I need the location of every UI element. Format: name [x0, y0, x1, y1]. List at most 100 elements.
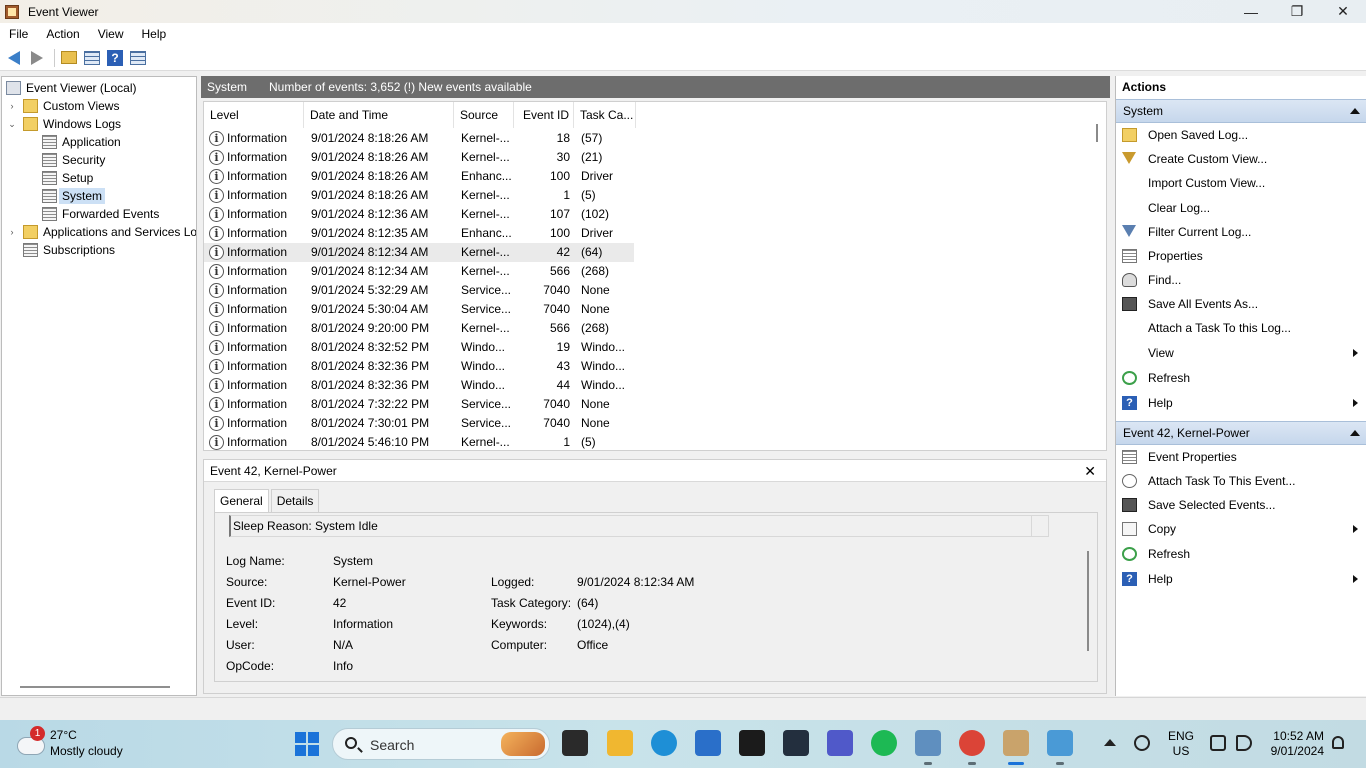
- event-row[interactable]: i Information 9/01/2024 8:12:35 AM Enhanc..…: [204, 224, 634, 243]
- event-level: Information: [227, 340, 288, 354]
- tree-item-setup[interactable]: Setup: [26, 169, 93, 187]
- tree-item-subscriptions[interactable]: Subscriptions: [7, 241, 115, 259]
- action-create-custom-view[interactable]: Create Custom View...: [1116, 148, 1366, 170]
- event-row[interactable]: i Information 9/01/2024 8:18:26 AM Kernel-.…: [204, 148, 634, 167]
- minimize-button[interactable]: —: [1228, 0, 1274, 23]
- dropbox-icon[interactable]: [739, 730, 765, 756]
- tree-item-custom-views[interactable]: › Custom Views: [7, 97, 119, 115]
- action-filter-current-log[interactable]: Filter Current Log...: [1116, 221, 1366, 243]
- action-properties[interactable]: Properties: [1116, 245, 1366, 267]
- close-button[interactable]: ✕: [1320, 0, 1366, 23]
- event-row[interactable]: i Information 9/01/2024 8:18:26 AM Kernel-.…: [204, 129, 634, 148]
- start-button[interactable]: [295, 732, 319, 756]
- show-hide-tree-button[interactable]: [82, 48, 102, 68]
- menu-help[interactable]: Help: [133, 27, 176, 41]
- tree-horizontal-scrollbar[interactable]: [20, 686, 170, 688]
- events-vertical-scrollbar[interactable]: [1096, 124, 1098, 142]
- menu-view[interactable]: View: [89, 27, 133, 41]
- edge-icon[interactable]: [651, 730, 677, 756]
- tree-item-applications-and-services-lo[interactable]: › Applications and Services Lo: [7, 223, 196, 241]
- event-row[interactable]: i Information 8/01/2024 7:32:22 PM Service.…: [204, 395, 634, 414]
- action-attach-a-task-to-this-log[interactable]: Attach a Task To this Log...: [1116, 317, 1366, 339]
- action-help[interactable]: ? Help: [1116, 392, 1366, 414]
- paint-icon[interactable]: [1047, 730, 1073, 756]
- detail-field-label: Event ID:: [226, 596, 276, 610]
- action-clear-log[interactable]: Clear Log...: [1116, 197, 1366, 219]
- language-indicator[interactable]: ENG US: [1168, 729, 1194, 759]
- column-event-id[interactable]: Event ID: [514, 102, 574, 128]
- menu-action[interactable]: Action: [37, 27, 88, 41]
- event-row[interactable]: i Information 8/01/2024 5:46:10 PM Kernel-.…: [204, 433, 634, 450]
- task-view-icon[interactable]: [562, 730, 588, 756]
- detail-vertical-scrollbar[interactable]: [1087, 551, 1089, 651]
- weather-widget[interactable]: 1 27°C Mostly cloudy: [14, 726, 154, 762]
- tree-item-security[interactable]: Security: [26, 151, 105, 169]
- volume-icon[interactable]: [1236, 735, 1252, 751]
- spotify-icon[interactable]: [871, 730, 897, 756]
- taskbar-search[interactable]: Search: [332, 728, 550, 760]
- teams-icon[interactable]: [827, 730, 853, 756]
- tree-item-windows-logs[interactable]: ⌄ Windows Logs: [7, 115, 121, 133]
- event-row[interactable]: i Information 8/01/2024 8:32:36 PM Windo...…: [204, 357, 634, 376]
- action-copy[interactable]: Copy: [1116, 518, 1366, 540]
- store-icon[interactable]: [695, 730, 721, 756]
- event-row[interactable]: i Information 9/01/2024 8:12:34 AM Kernel-.…: [204, 243, 634, 262]
- show-hide-action-pane-button[interactable]: [128, 48, 148, 68]
- action-help[interactable]: ? Help: [1116, 568, 1366, 590]
- tree-item-label: Security: [62, 153, 106, 167]
- tree-item-forwarded-events[interactable]: Forwarded Events: [26, 205, 159, 223]
- tree-expander-icon[interactable]: ›: [7, 227, 17, 237]
- event-row[interactable]: i Information 8/01/2024 9:20:00 PM Kernel-.…: [204, 319, 634, 338]
- action-save-all-events-as[interactable]: Save All Events As...: [1116, 293, 1366, 315]
- action-view[interactable]: View: [1116, 342, 1366, 364]
- tree-expander-icon[interactable]: ⌄: [7, 119, 17, 130]
- maximize-button[interactable]: ❐: [1274, 0, 1320, 23]
- tree-expander-icon[interactable]: ›: [7, 101, 17, 111]
- action-refresh[interactable]: Refresh: [1116, 543, 1366, 565]
- tree-item-event-viewer-local-[interactable]: Event Viewer (Local): [6, 79, 137, 97]
- back-button[interactable]: [4, 48, 24, 68]
- control-panel-icon[interactable]: [915, 730, 941, 756]
- forward-button[interactable]: [27, 48, 47, 68]
- event-row[interactable]: i Information 9/01/2024 8:18:26 AM Enhanc..…: [204, 167, 634, 186]
- action-import-custom-view[interactable]: Import Custom View...: [1116, 172, 1366, 194]
- tab-general[interactable]: General: [214, 489, 269, 512]
- up-folder-button[interactable]: [59, 48, 79, 68]
- column-source[interactable]: Source: [454, 102, 514, 128]
- action-open-saved-log[interactable]: Open Saved Log...: [1116, 124, 1366, 146]
- column-level[interactable]: Level: [204, 102, 304, 128]
- event-viewer-taskbar-icon[interactable]: [1003, 730, 1029, 756]
- menu-file[interactable]: File: [0, 27, 37, 41]
- column-date-time[interactable]: Date and Time: [304, 102, 454, 128]
- log-summary: Number of events: 3,652 (!) New events a…: [269, 80, 532, 94]
- event-row[interactable]: i Information 9/01/2024 8:12:36 AM Kernel-.…: [204, 205, 634, 224]
- tab-details[interactable]: Details: [270, 489, 320, 512]
- file-explorer-icon[interactable]: [607, 730, 633, 756]
- action-refresh[interactable]: Refresh: [1116, 367, 1366, 389]
- actions-section-event[interactable]: Event 42, Kernel-Power: [1116, 421, 1366, 445]
- help-toolbar-button[interactable]: ?: [105, 48, 125, 68]
- event-row[interactable]: i Information 9/01/2024 8:12:34 AM Kernel-.…: [204, 262, 634, 281]
- event-row[interactable]: i Information 9/01/2024 5:30:04 AM Service.…: [204, 300, 634, 319]
- action-event-properties[interactable]: Event Properties: [1116, 446, 1366, 468]
- network-icon[interactable]: [1134, 735, 1150, 751]
- action-attach-task-to-this-event[interactable]: Attach Task To This Event...: [1116, 470, 1366, 492]
- amazon-icon[interactable]: [783, 730, 809, 756]
- action-save-selected-events[interactable]: Save Selected Events...: [1116, 494, 1366, 516]
- notifications-bell-icon[interactable]: [1332, 736, 1344, 749]
- detail-close-icon[interactable]: ✕: [1084, 463, 1096, 480]
- display-icon[interactable]: [1210, 735, 1226, 751]
- event-row[interactable]: i Information 8/01/2024 7:30:01 PM Service.…: [204, 414, 634, 433]
- column-task-category[interactable]: Task Ca...: [574, 102, 636, 128]
- action-find[interactable]: Find...: [1116, 269, 1366, 291]
- tree-item-application[interactable]: Application: [26, 133, 121, 151]
- chrome-icon[interactable]: [959, 730, 985, 756]
- event-row[interactable]: i Information 8/01/2024 8:32:36 PM Windo...…: [204, 376, 634, 395]
- event-row[interactable]: i Information 9/01/2024 8:18:26 AM Kernel-.…: [204, 186, 634, 205]
- event-row[interactable]: i Information 8/01/2024 8:32:52 PM Windo...…: [204, 338, 634, 357]
- tree-item-system[interactable]: System: [26, 187, 106, 205]
- actions-section-system[interactable]: System: [1116, 99, 1366, 123]
- taskbar-clock[interactable]: 10:52 AM 9/01/2024: [1260, 729, 1324, 759]
- event-row[interactable]: i Information 9/01/2024 5:32:29 AM Service.…: [204, 281, 634, 300]
- show-hidden-icons-chevron-icon[interactable]: [1104, 739, 1116, 746]
